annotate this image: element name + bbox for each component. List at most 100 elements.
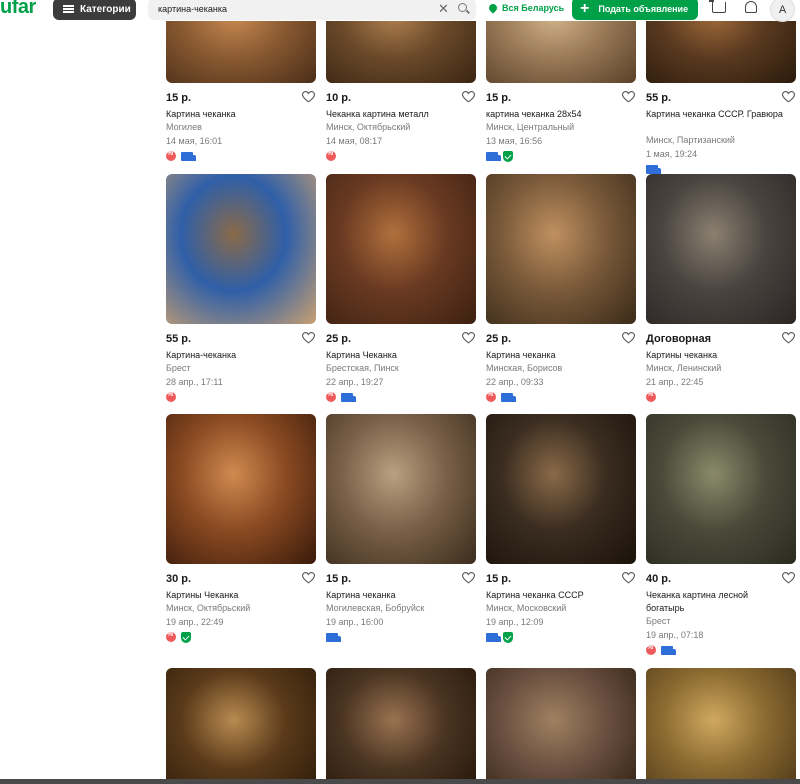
listing-date: 22 апр., 19:27 [326,377,384,387]
favorite-heart-icon[interactable] [461,571,476,584]
listing-badges [326,632,341,643]
listing-location: Брест [166,363,191,373]
discount-icon [166,150,176,161]
listing-date: 19 апр., 07:18 [646,630,704,640]
listing-photo[interactable] [486,668,636,784]
listing-location: Могилевская, Бобруйск [326,603,425,613]
listing-photo[interactable] [646,174,796,324]
delivery-icon [326,633,341,642]
clear-icon[interactable]: ✕ [438,1,449,17]
delivery-icon [661,646,676,655]
listing-badges [486,391,516,403]
favorite-heart-icon[interactable] [301,571,316,584]
favorite-heart-icon[interactable] [301,90,316,103]
delivery-icon [486,633,501,642]
post-ad-button[interactable]: + Подать объявление [572,0,698,20]
listing-title[interactable]: Чеканка картина лесной богатырь [646,589,786,615]
listing-photo[interactable] [166,174,316,324]
top-header: ufar Категории картина-чеканка ✕ Вся Бел… [0,0,800,22]
listing-location: Минск, Ленинский [646,363,722,373]
discount-icon [166,391,176,402]
favorite-heart-icon[interactable] [461,90,476,103]
avatar[interactable]: A [770,0,795,22]
listing-title[interactable]: Картина чеканка [486,349,626,362]
listing-badges [326,391,356,403]
site-logo[interactable]: ufar [0,0,36,19]
discount-icon [326,391,336,402]
favorite-heart-icon[interactable] [621,331,636,344]
listing-badges [166,391,176,403]
listing-badges [486,632,513,643]
listing-date: 14 мая, 08:17 [326,136,383,146]
favorite-heart-icon[interactable] [461,331,476,344]
listing-location: Минск, Октябрьский [166,603,251,613]
categories-label: Категории [80,3,131,15]
listing-photo[interactable] [166,668,316,784]
listing-photo[interactable] [646,668,796,784]
favorite-heart-icon[interactable] [781,90,796,103]
listing-date: 13 мая, 16:56 [486,136,543,146]
delivery-icon [501,393,516,402]
listing-location: Могилев [166,122,202,132]
discount-icon [166,631,176,642]
search-icon[interactable] [458,3,467,12]
listing-title[interactable]: Картина Чеканка [326,349,466,362]
search-value: картина-чеканка [158,4,228,14]
listing-photo[interactable] [486,174,636,324]
listing-title[interactable]: Картина чеканка [166,108,306,121]
listing-price: 15 р. [326,573,352,585]
listing-title[interactable]: Картина чеканка СССР [486,589,626,602]
listing-price: 30 р. [166,573,192,585]
listing-price: 40 р. [646,573,672,585]
listing-location: Минская, Борисов [486,363,563,373]
plus-icon: + [580,0,590,17]
listing-date: 19 апр., 22:49 [166,617,224,627]
listing-photo[interactable] [646,414,796,564]
discount-icon [486,391,496,402]
favorite-heart-icon[interactable] [301,331,316,344]
listing-badges [486,151,513,162]
listing-date: 22 апр., 09:33 [486,377,544,387]
favorite-heart-icon[interactable] [621,90,636,103]
listing-price: 15 р. [166,92,192,104]
listing-photo[interactable] [166,414,316,564]
listing-location: Брестская, Пинск [326,363,399,373]
favorite-heart-icon[interactable] [621,571,636,584]
listing-title[interactable]: Картина чеканка СССР. Гравюра [646,108,786,121]
post-ad-label: Подать объявление [598,3,689,14]
listing-location: Минск, Октябрьский [326,122,411,132]
bottom-scrollbar[interactable] [0,779,800,784]
listing-photo[interactable] [486,414,636,564]
listing-location: Минск, Партизанский [646,135,735,145]
favorite-heart-icon[interactable] [781,571,796,584]
listing-price: 15 р. [486,573,512,585]
categories-button[interactable]: Категории [53,0,136,20]
listing-title[interactable]: Картины Чеканка [166,589,306,602]
discount-icon [646,391,656,402]
listing-date: 28 апр., 17:11 [166,377,223,387]
delivery-icon [341,393,356,402]
listing-price: 25 р. [326,333,352,345]
discount-icon [326,150,336,161]
region-selector[interactable]: Вся Беларусь [487,2,564,14]
safe-deal-icon [181,632,191,643]
listing-photo[interactable] [326,414,476,564]
listing-location: Минск, Центральный [486,122,575,132]
listing-photo[interactable] [326,174,476,324]
search-input[interactable]: картина-чеканка ✕ [148,0,476,20]
listing-photo[interactable] [326,668,476,784]
favorite-heart-icon[interactable] [781,331,796,344]
bell-icon[interactable] [745,1,757,13]
listing-title[interactable]: Картина чеканка [326,589,466,602]
listing-date: 1 мая, 19:24 [646,149,698,159]
listing-title[interactable]: картина чеканка 28х54 [486,108,626,121]
listing-badges [326,150,336,162]
discount-icon [646,644,656,655]
listing-price: 25 р. [486,333,512,345]
cart-icon[interactable] [709,0,726,13]
listing-title[interactable]: Чеканка картина металл [326,108,466,121]
location-pin-icon [487,2,499,14]
safe-deal-icon [503,632,513,643]
listing-title[interactable]: Картины чеканка [646,349,786,362]
listing-title[interactable]: Картина-чеканка [166,349,306,362]
